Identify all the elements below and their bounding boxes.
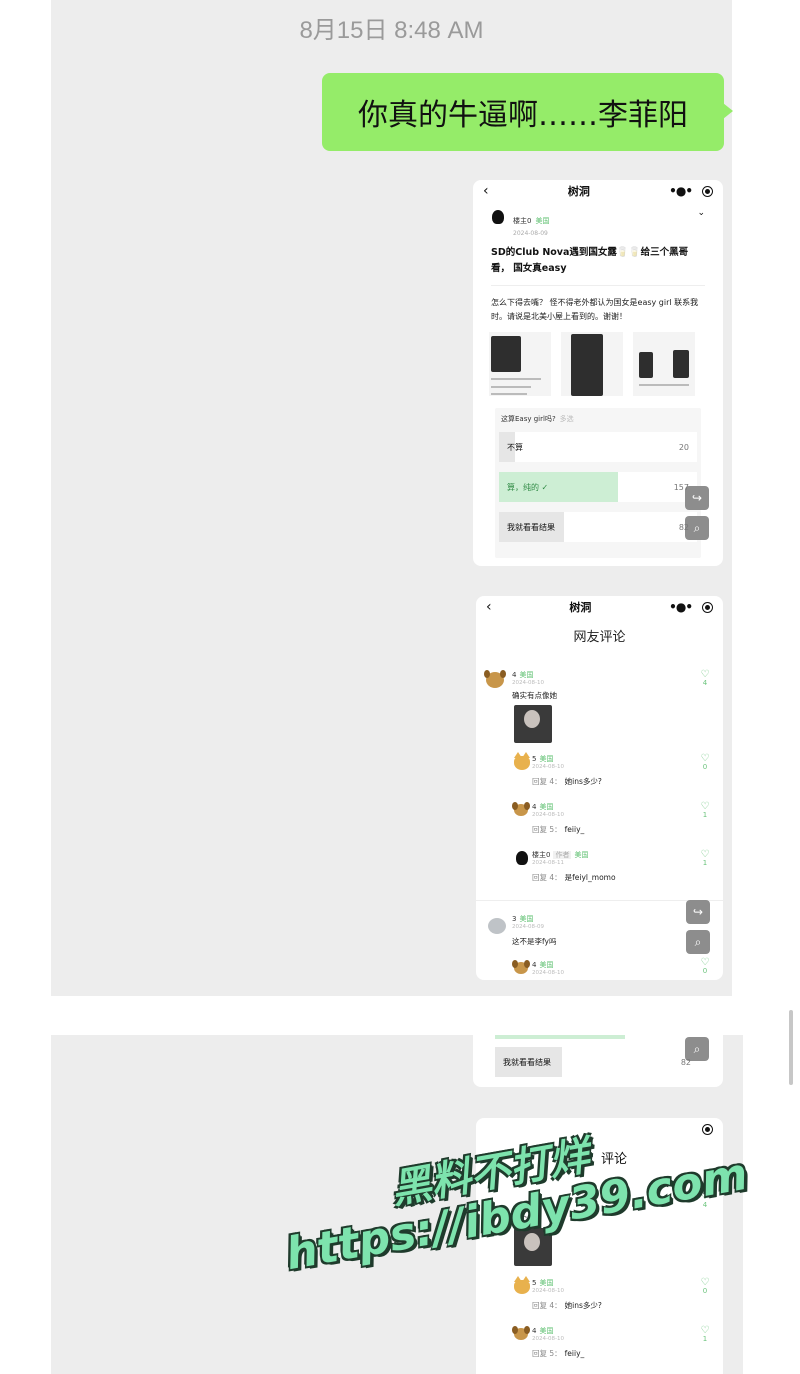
comment-text: 回复 5： feiiy_ bbox=[532, 1349, 585, 1358]
poll-option[interactable]: 我就看看结果 82 bbox=[495, 1047, 699, 1077]
comment-date: 2024-08-10 bbox=[532, 764, 564, 770]
comments-image[interactable]: ‹ 树洞 •●• 网友评论 4 美国 2024-08-10 确实有点像她 ♡ 4 5… bbox=[476, 596, 723, 980]
poll-option-selected[interactable]: 算，纯的 ✓ 157 bbox=[499, 472, 697, 502]
post-meta: 楼主0 美国 2024-08-09 ⌄ bbox=[473, 202, 723, 237]
post-image-1 bbox=[489, 332, 551, 396]
comment-author: 4 美国 bbox=[512, 671, 534, 679]
dog-avatar bbox=[512, 1326, 530, 1340]
comment-text: 回复 5： feiiy_ bbox=[532, 825, 585, 834]
poll-option[interactable]: 我就看看结果 82 bbox=[499, 512, 697, 542]
like-heart-icon[interactable]: ♡ 0 bbox=[698, 958, 712, 976]
back-chevron-icon: ‹ bbox=[486, 599, 492, 615]
chevron-down-icon: ⌄ bbox=[697, 208, 705, 218]
koala-avatar bbox=[488, 918, 506, 934]
chat-panel-top: 8月15日 8:48 AM 你真的牛逼啊……李菲阳 ‹ 树洞 •●• 楼主0 美国… bbox=[51, 0, 733, 996]
comment-author: 5 美国 bbox=[532, 755, 554, 763]
comment-text: 这不是李fy吗 bbox=[512, 937, 557, 946]
cat-avatar bbox=[514, 1276, 530, 1294]
comment-author: 楼主0 作者 美国 bbox=[532, 851, 589, 859]
bird-avatar bbox=[516, 851, 528, 865]
author-name: 楼主0 bbox=[513, 217, 532, 225]
comment-author: 4 美国 bbox=[532, 1327, 554, 1335]
message-text: 你真的牛逼啊……李菲阳 bbox=[358, 98, 688, 133]
poll-option-label: 我就看看结果 bbox=[507, 522, 555, 532]
poll-option-count: 20 bbox=[678, 442, 689, 452]
like-heart-icon[interactable]: ♡ 0 bbox=[698, 754, 712, 772]
comment-text: 回复 4： 她ins多少? bbox=[532, 777, 602, 786]
scrollbar[interactable] bbox=[789, 1010, 793, 1085]
comments-heading: 网友评论 bbox=[573, 630, 626, 645]
comment-photo[interactable] bbox=[514, 705, 552, 743]
comment-date: 2024-08-10 bbox=[532, 1288, 564, 1294]
poll-option-label: 我就看看结果 bbox=[503, 1057, 551, 1067]
comment-date: 2024-08-11 bbox=[532, 860, 564, 866]
sent-message-bubble[interactable]: 你真的牛逼啊……李菲阳 bbox=[322, 73, 733, 151]
poll: 这算Easy girl吗? 多选 不算 20 算，纯的 ✓ 157 我就看看结果 … bbox=[495, 408, 701, 558]
comment-date: 2024-08-09 bbox=[512, 924, 544, 930]
poll-option[interactable]: 不算 20 bbox=[499, 432, 697, 462]
comment-author: 5 美国 bbox=[532, 1279, 554, 1287]
comments-heading: 评论 bbox=[601, 1152, 628, 1167]
like-heart-icon[interactable]: ♡ 1 bbox=[698, 850, 712, 868]
poll-option-label: 不算 bbox=[507, 442, 523, 452]
close-target-icon bbox=[701, 185, 713, 197]
more-dots-icon: •●• bbox=[669, 184, 693, 198]
comment-text: 确实有点像她 bbox=[512, 691, 557, 700]
comment-date: 2024-08-10 bbox=[532, 1336, 564, 1342]
post-image-3 bbox=[633, 332, 695, 396]
comment-date: 2024-08-10 bbox=[532, 970, 564, 976]
card-header: ‹ 树洞 •●• bbox=[476, 596, 723, 618]
comment-author: 4 美国 bbox=[532, 961, 554, 969]
like-heart-icon[interactable]: ♡ 4 bbox=[698, 670, 712, 688]
post-date: 2024-08-09 bbox=[513, 230, 548, 237]
like-heart-icon[interactable]: ♡ 1 bbox=[698, 802, 712, 820]
dog-avatar bbox=[512, 802, 530, 816]
search-icon[interactable]: ⌕ bbox=[686, 930, 710, 954]
comment-date: 2024-08-10 bbox=[512, 680, 544, 686]
bird-avatar bbox=[489, 208, 507, 226]
message-timestamp: 8月15日 8:48 AM bbox=[299, 17, 484, 44]
shared-post-image-partial[interactable]: 我就看看结果 82 ⌕ bbox=[473, 1035, 723, 1087]
comment-author: 4 美国 bbox=[532, 803, 554, 811]
dog-avatar bbox=[484, 670, 506, 688]
post-images bbox=[473, 324, 723, 396]
more-dots-icon: •●• bbox=[669, 600, 693, 614]
cat-avatar bbox=[514, 752, 530, 770]
close-target-icon bbox=[701, 601, 713, 613]
poll-question: 这算Easy girl吗? 多选 bbox=[501, 415, 574, 423]
like-heart-icon[interactable]: ♡ 0 bbox=[698, 1278, 712, 1296]
poll-option-count: 157 bbox=[673, 482, 689, 492]
comment-text: 回复 4： 是feiyl_momo bbox=[532, 873, 616, 882]
post-body: 怎么下得去嘴？ 怪不得老外都认为国女是easy girl 联系我时。请说是北美小… bbox=[491, 298, 699, 321]
dog-avatar bbox=[512, 960, 530, 974]
close-target-icon bbox=[702, 1123, 713, 1135]
poll-option-count: 82 bbox=[678, 522, 689, 532]
back-chevron-icon: ‹ bbox=[483, 183, 489, 199]
comment-date: 2024-08-10 bbox=[532, 812, 564, 818]
comment-text: 回复 4： 她ins多少? bbox=[532, 1301, 602, 1310]
post-title: SD的Club Nova遇到国女露🥛🥛给三个黑哥看， 国女真easy bbox=[491, 247, 689, 274]
post-image-2 bbox=[561, 332, 623, 396]
poll-option-label: 算，纯的 ✓ bbox=[507, 482, 549, 492]
poll-option-count: 82 bbox=[680, 1057, 691, 1067]
comment-author: 3 美国 bbox=[512, 915, 534, 923]
like-heart-icon[interactable]: ♡ 1 bbox=[698, 1326, 712, 1344]
app-title: 树洞 bbox=[569, 601, 592, 614]
card-header: ‹ 树洞 •●• bbox=[473, 180, 723, 202]
author-location: 美国 bbox=[535, 217, 550, 225]
shared-post-image[interactable]: ‹ 树洞 •●• 楼主0 美国 2024-08-09 ⌄ SD的Club Nova… bbox=[473, 180, 723, 566]
share-icon[interactable]: ↪ bbox=[686, 900, 710, 924]
app-title: 树洞 bbox=[567, 185, 590, 198]
